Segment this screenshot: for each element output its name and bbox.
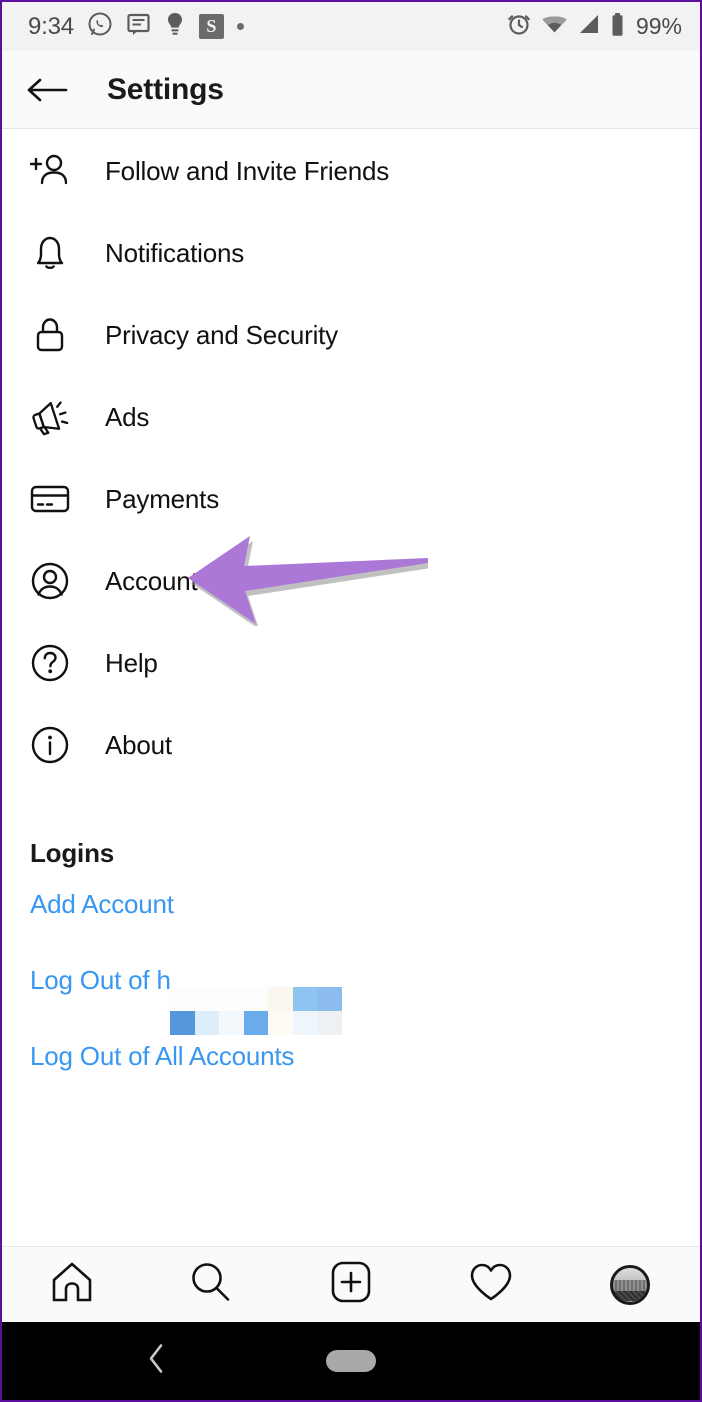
android-back-icon[interactable]	[145, 1343, 167, 1380]
heart-activity-icon	[467, 1260, 515, 1309]
more-notifications-dot-icon	[236, 23, 244, 30]
lock-icon	[28, 313, 72, 357]
settings-item-payments[interactable]: Payments	[2, 458, 700, 540]
alarm-icon	[506, 11, 532, 42]
log-out-of-user-link[interactable]: Log Out of h	[2, 939, 700, 1021]
settings-item-account[interactable]: Account	[2, 540, 700, 622]
add-account-link[interactable]: Add Account	[2, 869, 700, 939]
follow-invite-friends-icon	[28, 149, 72, 193]
logins-section-title: Logins	[30, 838, 115, 868]
status-bar-right-group: 99%	[506, 11, 682, 42]
android-status-bar: 9:34 S 99%	[2, 2, 700, 51]
status-bar-left-group: 9:34 S	[28, 11, 244, 42]
avatar-photo-sky	[613, 1267, 648, 1281]
settings-item-privacy-and-security[interactable]: Privacy and Security	[2, 294, 700, 376]
settings-item-label: Help	[105, 647, 158, 678]
home-icon	[48, 1259, 96, 1310]
search-icon	[187, 1258, 235, 1311]
add-post-icon	[328, 1259, 374, 1310]
tab-search[interactable]	[142, 1247, 282, 1322]
account-circle-icon	[28, 559, 72, 603]
settings-item-follow-and-invite-friends[interactable]: Follow and Invite Friends	[2, 130, 700, 212]
settings-item-label: Notifications	[105, 237, 245, 268]
battery-icon	[610, 12, 625, 42]
whatsapp-icon	[87, 11, 113, 42]
bell-icon	[28, 231, 72, 275]
back-arrow-icon[interactable]	[24, 67, 70, 113]
credit-card-icon	[28, 477, 72, 521]
settings-item-label: Account	[105, 565, 198, 596]
messages-icon	[126, 12, 151, 42]
avatar-photo-mid	[613, 1280, 648, 1291]
settings-app-bar: Settings	[2, 51, 700, 129]
page-title: Settings	[107, 72, 224, 106]
logins-section: Logins Add Account Log Out of h Log Out …	[2, 822, 700, 1091]
settings-item-label: Follow and Invite Friends	[105, 155, 390, 186]
settings-item-notifications[interactable]: Notifications	[2, 212, 700, 294]
settings-item-ads[interactable]: Ads	[2, 376, 700, 458]
android-navigation-bar	[2, 1322, 700, 1400]
censor-block-extra	[317, 987, 342, 1011]
settings-item-label: About	[105, 729, 172, 760]
settings-item-label: Payments	[105, 483, 220, 514]
phone-screenshot-frame: 9:34 S 99% Settings Follow and Invite Fr…	[0, 0, 702, 1402]
profile-avatar-icon	[610, 1264, 651, 1305]
settings-item-label: Privacy and Security	[105, 319, 338, 350]
settings-menu-list: Follow and Invite Friends Notifications …	[2, 130, 700, 786]
battery-percent-label: 99%	[635, 13, 682, 39]
settings-item-help[interactable]: Help	[2, 622, 700, 704]
android-home-pill[interactable]	[326, 1350, 376, 1372]
status-bar-clock: 9:34	[28, 12, 74, 40]
tab-home[interactable]	[2, 1247, 142, 1322]
lightbulb-icon	[164, 11, 186, 42]
settings-item-about[interactable]: About	[2, 704, 700, 786]
avatar-photo-bottom	[613, 1290, 648, 1302]
cellular-signal-icon	[577, 13, 601, 40]
info-circle-icon	[28, 723, 72, 767]
settings-item-label: Ads	[105, 401, 150, 432]
help-circle-icon	[28, 641, 72, 685]
tab-add-post[interactable]	[281, 1247, 421, 1322]
tab-profile[interactable]	[560, 1247, 700, 1322]
tab-activity[interactable]	[421, 1247, 561, 1322]
skype-icon: S	[198, 14, 224, 39]
megaphone-icon	[28, 395, 72, 439]
instagram-bottom-tab-bar	[2, 1246, 700, 1322]
wifi-icon	[541, 13, 568, 40]
log-out-of-all-accounts-link[interactable]: Log Out of All Accounts	[2, 1021, 700, 1091]
